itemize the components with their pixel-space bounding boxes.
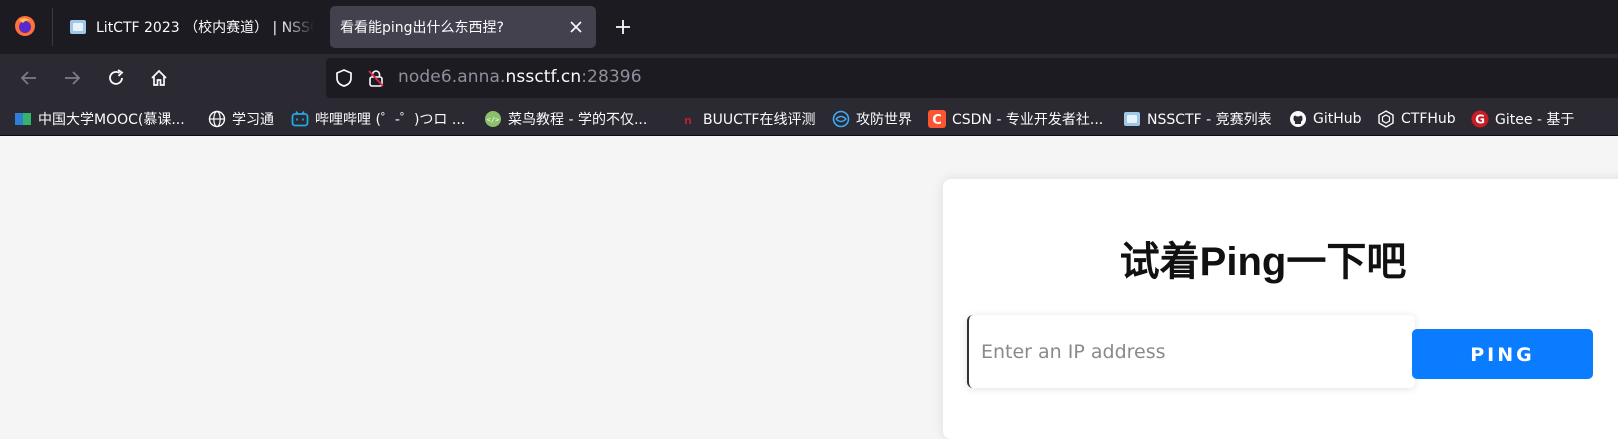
bookmark-label: 哔哩哔哩 (゜-゜)つロ ... — [315, 112, 466, 128]
csdn-icon: C — [928, 110, 946, 128]
back-button[interactable] — [16, 65, 42, 91]
url-prefix: node6.anna. — [398, 67, 506, 87]
arrow-right-icon — [65, 71, 81, 85]
github-icon — [1290, 111, 1306, 127]
bookmark-label: 菜鸟教程 - 学的不仅... — [508, 112, 648, 128]
bookmark-csdn[interactable]: C CSDN - 专业开发者社... — [928, 107, 1103, 131]
url-host: nssctf.cn — [505, 67, 582, 87]
buuctf-icon: n — [684, 114, 692, 127]
bookmarks-toolbar: 中国大学MOOC(慕课... 学习通 哔哩哔哩 (゜-゜)つロ ... </> … — [0, 102, 1618, 136]
navigation-toolbar: node6.anna.nssctf.cn:28396 — [0, 54, 1618, 102]
ping-card: 试着Ping一下吧 PING — [943, 179, 1618, 439]
bookmark-gitee[interactable]: G Gitee - 基于 — [1471, 107, 1574, 131]
close-tab-icon[interactable] — [566, 17, 586, 37]
ctfhub-icon — [1378, 110, 1394, 128]
insecure-lock-icon[interactable] — [366, 68, 386, 88]
plus-icon — [616, 20, 630, 34]
reload-button[interactable] — [103, 65, 129, 91]
bookmark-label: 攻防世界 — [856, 112, 912, 128]
bookmark-label: GitHub — [1313, 111, 1362, 127]
mooc-icon — [15, 113, 31, 125]
reload-icon — [109, 69, 124, 85]
bookmark-ctfhub[interactable]: CTFHub — [1377, 107, 1456, 131]
new-tab-button[interactable] — [610, 14, 636, 40]
bookmark-label: 学习通 — [232, 112, 274, 128]
bilibili-icon — [291, 111, 309, 127]
url-text[interactable]: node6.anna.nssctf.cn:28396 — [398, 67, 642, 87]
nssctf-icon — [1124, 112, 1140, 126]
ping-button[interactable]: PING — [1412, 329, 1593, 379]
bookmark-xuexitong[interactable]: 学习通 — [208, 107, 274, 131]
ip-address-input[interactable] — [967, 315, 1415, 388]
home-icon — [151, 69, 167, 86]
globe-icon — [208, 110, 226, 128]
gitee-icon: G — [1471, 110, 1489, 128]
svg-text:n: n — [684, 114, 692, 127]
tab-title: LitCTF 2023 （校内赛道） | NSSCTF — [96, 20, 314, 36]
bookmark-label: NSSCTF - 竞赛列表 — [1147, 112, 1272, 128]
tab-litctf[interactable]: LitCTF 2023 （校内赛道） | NSSCTF — [58, 6, 324, 48]
bookmark-mooc[interactable]: 中国大学MOOC(慕课... — [14, 107, 185, 131]
bookmark-label: BUUCTF在线评测 — [703, 112, 816, 128]
bookmark-label: CSDN - 专业开发者社... — [952, 112, 1104, 128]
bookmark-adworld[interactable]: 攻防世界 — [832, 107, 912, 131]
tab-title: 看看能ping出什么东西捏? — [340, 20, 504, 36]
svg-text:G: G — [1475, 113, 1485, 127]
bookmark-label: 中国大学MOOC(慕课... — [38, 112, 185, 128]
firefox-menu-icon[interactable] — [14, 15, 36, 37]
bookmark-label: CTFHub — [1401, 111, 1456, 127]
arrow-left-icon — [20, 71, 36, 85]
tracking-protection-shield-icon[interactable] — [334, 68, 354, 88]
url-port: :28396 — [581, 67, 642, 87]
tab-bar: LitCTF 2023 （校内赛道） | NSSCTF 看看能ping出什么东西… — [0, 0, 1618, 54]
svg-text:C: C — [932, 113, 942, 128]
tab-separator — [52, 8, 53, 46]
tab-ping-active[interactable]: 看看能ping出什么东西捏? — [330, 6, 596, 48]
bookmark-nssctf[interactable]: NSSCTF - 竞赛列表 — [1123, 107, 1272, 131]
adworld-icon — [832, 110, 850, 128]
home-button[interactable] — [146, 65, 172, 91]
forward-button[interactable] — [59, 65, 85, 91]
bookmark-buuctf[interactable]: n BUUCTF在线评测 — [679, 107, 815, 131]
bookmark-runoob[interactable]: </> 菜鸟教程 - 学的不仅... — [484, 107, 647, 131]
page-content: 试着Ping一下吧 PING — [0, 136, 1618, 439]
bookmark-github[interactable]: GitHub — [1289, 107, 1362, 131]
url-bar[interactable]: node6.anna.nssctf.cn:28396 — [326, 58, 1618, 98]
nssctf-favicon-icon — [70, 20, 86, 34]
runoob-icon: </> — [485, 111, 501, 127]
page-title: 试着Ping一下吧 — [1119, 240, 1407, 284]
bookmark-bilibili[interactable]: 哔哩哔哩 (゜-゜)つロ ... — [291, 107, 465, 131]
bookmark-label: Gitee - 基于 — [1495, 112, 1575, 128]
svg-text:</>: </> — [487, 116, 500, 124]
